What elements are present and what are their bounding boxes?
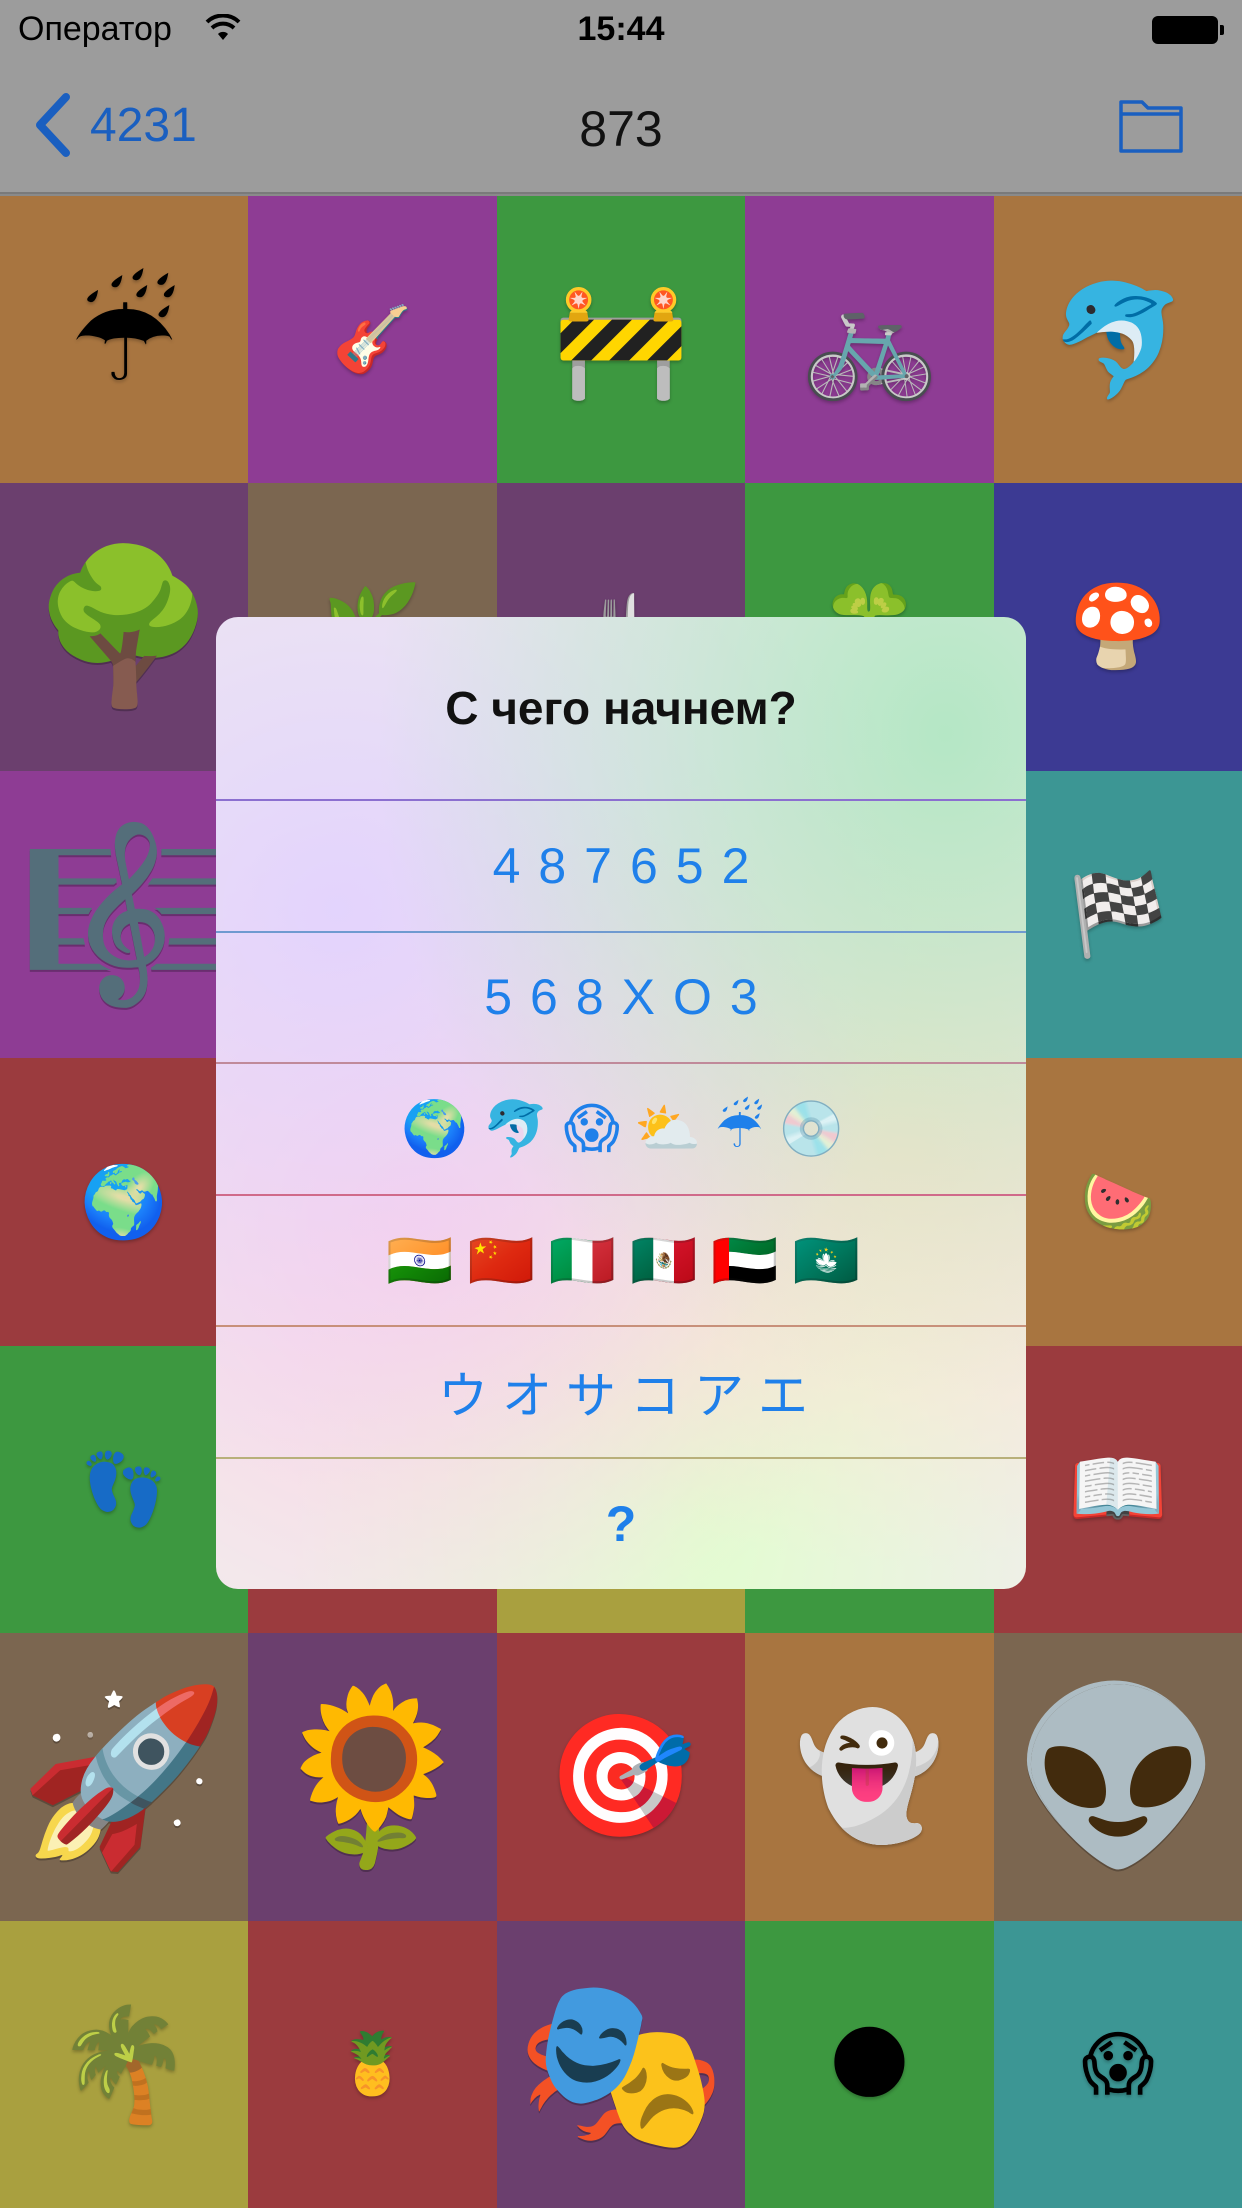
status-time: 15:44: [577, 10, 665, 48]
sunflower-icon: 🌻: [266, 1677, 479, 1876]
target-icon: 🎯: [546, 1706, 696, 1846]
grid-tile[interactable]: 🎭: [497, 1920, 745, 2208]
option-emoji[interactable]: 🌍🐬😱⛅☔💿: [216, 1062, 1026, 1194]
grid-tile[interactable]: 🍄: [994, 483, 1242, 771]
footprints-icon: 👣: [80, 1448, 168, 1531]
grid-tile[interactable]: 🌑: [745, 1920, 994, 2208]
open-book-icon: 📖: [1068, 1442, 1168, 1536]
scream-face-icon: 😱: [1081, 2023, 1155, 2106]
grid-tile[interactable]: 🚧: [497, 196, 745, 484]
start-choice-dialog: С чего начнем? 487652 568XO3 🌍🐬😱⛅☔💿 🇮🇳🇨🇳…: [216, 617, 1026, 1589]
option-flags[interactable]: 🇮🇳🇨🇳🇮🇹🇲🇽🇦🇪🇲🇴: [216, 1193, 1026, 1326]
grid-tile[interactable]: 🏁: [994, 770, 1242, 1059]
globe-icon: 🌍: [80, 1160, 168, 1243]
grid-tile[interactable]: 😱: [994, 1920, 1242, 2208]
grid-tile[interactable]: 🍉: [994, 1058, 1242, 1346]
folder-icon[interactable]: [1118, 94, 1184, 154]
navigation-bar: 4231 873: [0, 60, 1242, 194]
bicycle-icon: 🚲: [801, 275, 938, 404]
grid-tile[interactable]: 👽: [994, 1633, 1242, 1921]
grid-tile[interactable]: 🎼: [0, 770, 248, 1059]
music-staff-icon: 🎼: [18, 815, 230, 1014]
dialog-title: С чего начнем?: [445, 682, 797, 734]
page-title: 873: [579, 101, 663, 157]
grid-tile[interactable]: 🚀: [0, 1633, 248, 1921]
rocket-icon: 🚀: [18, 1677, 230, 1876]
grid-tile[interactable]: 🐬: [994, 196, 1242, 484]
watermelon-icon: 🍉: [1080, 1166, 1156, 1237]
battery-icon: [1152, 16, 1224, 44]
grid-tile[interactable]: 🎯: [497, 1633, 745, 1921]
tree-icon: 🌳: [30, 540, 218, 715]
grid-tile[interactable]: 🌻: [248, 1633, 497, 1921]
grid-tile[interactable]: 🌍: [0, 1058, 248, 1346]
alien-icon: 👽: [1012, 1677, 1224, 1876]
dolphin-icon: 🐬: [1049, 275, 1187, 404]
grid-tile[interactable]: ☔: [0, 196, 248, 484]
new-moon-face-icon: 🌑: [827, 2017, 912, 2111]
grid-tile[interactable]: 🍍: [248, 1920, 497, 2208]
option-alphanumeric[interactable]: 568XO3: [216, 930, 1026, 1063]
grid-tile[interactable]: 🚲: [745, 196, 994, 484]
guitar-icon: 🎸: [332, 302, 413, 377]
construction-barrier-icon: 🚧: [552, 275, 690, 404]
status-bar: Оператор 15:44: [0, 0, 1242, 60]
option-katakana[interactable]: ウオサコアエ: [216, 1325, 1026, 1457]
checkered-flag-icon: 🏁: [1068, 867, 1168, 961]
grid-tile[interactable]: 🌴: [0, 1920, 248, 2208]
grid-tile[interactable]: 👻: [745, 1633, 994, 1921]
umbrella-rain-icon: ☔: [70, 269, 178, 409]
grid-tile[interactable]: 👣: [0, 1345, 248, 1634]
palm-tree-icon: 🌴: [55, 2000, 193, 2129]
option-digits-1[interactable]: 487652: [216, 799, 1026, 931]
grid-tile[interactable]: 📖: [994, 1345, 1242, 1634]
grid-tile[interactable]: 🎸: [248, 196, 497, 484]
option-random[interactable]: ?: [216, 1456, 1026, 1589]
grid-tile[interactable]: 🌳: [0, 483, 248, 771]
pineapple-icon: 🍍: [335, 2029, 410, 2100]
theater-masks-icon: 🎭: [515, 1965, 727, 2164]
mushroom-icon: 🍄: [1068, 580, 1168, 674]
ghost-icon: 👻: [794, 1706, 945, 1846]
